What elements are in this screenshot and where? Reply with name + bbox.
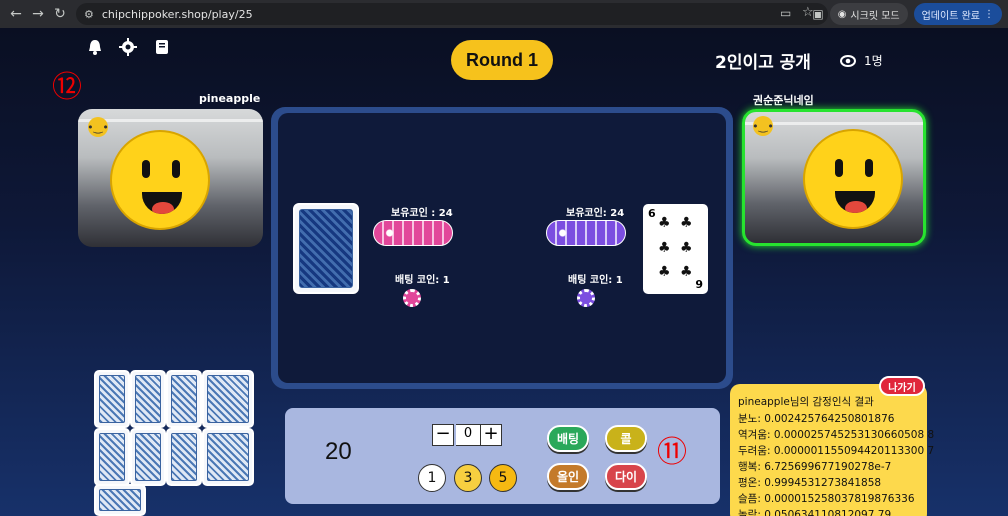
emotion-fear: 두려움: 0.000001155094420113300 7: [738, 445, 935, 457]
club-icon: ♣: [658, 215, 671, 231]
bet-button[interactable]: 배팅: [547, 425, 589, 452]
club-icon: ♣: [680, 215, 693, 231]
neutral-emoji-icon: •‿•: [752, 116, 774, 136]
call-button[interactable]: 콜: [605, 425, 647, 452]
smiley-face-overlay: [803, 129, 903, 229]
eye-left: [835, 159, 843, 177]
deck-card: [94, 484, 146, 516]
left-coins-label: 보유코인 : 24: [391, 208, 453, 219]
bet-stepper-value[interactable]: 0: [456, 424, 480, 446]
club-icon: ♣: [680, 264, 693, 280]
reload-icon[interactable]: ↻: [48, 2, 72, 26]
right-bet-chip: [577, 289, 595, 307]
address-bar[interactable]: ⚙ chipchippoker.shop/play/25: [76, 3, 828, 25]
url-text: chipchippoker.shop/play/25: [101, 7, 253, 21]
emotion-happiness: 행복: 6.725699677190278e-7: [738, 461, 892, 473]
club-icon: ♣: [680, 240, 693, 256]
bet-amount: 20: [325, 438, 352, 465]
club-icon: ♣: [658, 240, 671, 256]
deck-card: [202, 428, 254, 486]
left-bet-label: 배팅 코인: 1: [395, 275, 450, 286]
leave-button[interactable]: 나가기: [879, 376, 925, 396]
annotation-marker-12: ⑫: [52, 70, 82, 105]
quick-bet-1[interactable]: 1: [418, 464, 446, 492]
deck-card: [166, 370, 202, 428]
emotion-title: pineapple님의 감정인식 결과: [738, 396, 874, 408]
viewer-count: 1명: [840, 52, 883, 69]
emotion-surprise: 놀람: 0.050634110812097 79: [738, 509, 892, 516]
neutral-emoji-icon: •‿•: [87, 117, 109, 137]
forward-icon[interactable]: →: [26, 2, 50, 26]
left-bet-chip: [403, 289, 421, 307]
eye-right: [865, 159, 873, 177]
die-button[interactable]: 다이: [605, 463, 647, 490]
viewer-count-text: 1명: [864, 54, 883, 68]
site-info-icon[interactable]: ⚙: [84, 8, 94, 21]
quick-bet-3[interactable]: 3: [454, 464, 482, 492]
browser-toolbar: ← → ↻ ⚙ chipchippoker.shop/play/25 ▭ ☆ ▣…: [0, 0, 1008, 28]
quick-bet-5[interactable]: 5: [489, 464, 517, 492]
opponent-revealed-card: 6 9 ♣ ♣ ♣ ♣ ♣ ♣: [643, 204, 708, 294]
card-top-value: 6: [648, 207, 656, 220]
mouth: [142, 192, 182, 214]
deck-card: [202, 370, 254, 428]
eye-left: [142, 160, 150, 178]
decrement-button[interactable]: −: [432, 424, 454, 446]
left-player-name: pineapple: [199, 92, 261, 105]
incognito-icon: ◉: [837, 8, 847, 20]
left-coin-stack: [373, 220, 453, 246]
all-in-button[interactable]: 올인: [547, 463, 589, 490]
eye-right: [172, 160, 180, 178]
betting-panel: 20 − 0 + 1 3 5 배팅 콜 올인 다이 ⑪: [285, 408, 720, 504]
update-button[interactable]: 업데이트 완료 ⋮: [913, 3, 1002, 25]
emotion-sadness: 슬픔: 0.000015258037819876336: [738, 493, 915, 505]
annotation-marker-11: ⑪: [657, 435, 687, 470]
emotion-result-panel: 나가기 pineapple님의 감정인식 결과 분노: 0.0024257642…: [730, 376, 935, 516]
camera-icon[interactable]: ▭: [780, 6, 791, 20]
right-bet-label: 배팅 코인: 1: [568, 275, 623, 286]
bell-icon[interactable]: [86, 38, 104, 56]
deck-card: [94, 428, 130, 486]
eye-icon: [840, 54, 856, 67]
round-badge: Round 1: [451, 40, 553, 80]
incognito-label: 시크릿 모드: [850, 10, 900, 22]
right-coins-label: 보유코인: 24: [566, 208, 625, 219]
right-player-name: 권순준닉네임: [753, 94, 814, 107]
deck-card: [166, 428, 202, 486]
game-page: Round 1 2인이고 공개 1명 ⑫ pineapple •‿• 권순준닉네…: [0, 28, 1008, 516]
deck-card: [94, 370, 130, 428]
emotion-disgust: 역겨움: 0.000025745253130660508 8: [738, 429, 935, 441]
card-bottom-value: 9: [695, 278, 703, 291]
mouth: [835, 191, 875, 213]
room-title: 2인이고 공개: [715, 53, 811, 73]
left-player-camera: •‿•: [78, 109, 263, 247]
book-icon[interactable]: [153, 38, 171, 56]
right-player-camera: •‿•: [742, 109, 926, 246]
update-label: 업데이트 완료: [921, 10, 980, 22]
deck-card: [130, 370, 166, 428]
emotion-anger: 분노: 0.002425764250801876: [738, 413, 895, 425]
menu-kebab-icon: ⋮: [984, 8, 994, 20]
club-icon: ♣: [658, 264, 671, 280]
gear-icon[interactable]: [119, 38, 137, 56]
left-player-card-back: [293, 203, 359, 294]
incognito-badge[interactable]: ◉ 시크릿 모드: [829, 3, 908, 25]
increment-button[interactable]: +: [480, 424, 502, 446]
deck-card: [130, 428, 166, 486]
back-icon[interactable]: ←: [4, 2, 28, 26]
side-panel-icon[interactable]: ▣: [812, 7, 823, 21]
smiley-face-overlay: [110, 130, 210, 230]
emotion-neutral: 평온: 0.9994531273841858: [738, 477, 882, 489]
right-coin-stack: [546, 220, 626, 246]
